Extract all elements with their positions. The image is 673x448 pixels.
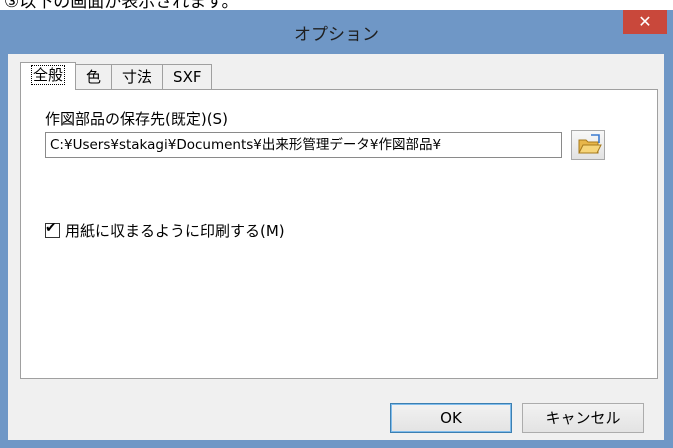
dialog-title: オプション — [294, 25, 379, 45]
browse-folder-button[interactable] — [571, 130, 605, 160]
save-folder-label: 作図部品の保存先(既定)(S) — [45, 110, 228, 128]
tab-dimension[interactable]: 寸法 — [111, 64, 164, 89]
general-tab-panel: 作図部品の保存先(既定)(S) C:¥Users¥stakagi¥Documen… — [20, 89, 658, 379]
options-dialog: オプション ✕ 全般 色 寸法 SXF 作図部品の保存先(既定)(S) C:¥U… — [0, 10, 673, 448]
checkmark-icon: ✔ — [45, 220, 57, 236]
tab-color[interactable]: 色 — [75, 64, 113, 89]
tab-sxf[interactable]: SXF — [162, 64, 213, 89]
fit-to-paper-label: 用紙に収まるように印刷する(M) — [65, 222, 285, 240]
ok-button[interactable]: OK — [390, 403, 512, 433]
tab-sxf-label: SXF — [173, 68, 202, 86]
fit-to-paper-checkbox[interactable]: ✔ — [45, 220, 60, 238]
cancel-button[interactable]: キャンセル — [522, 403, 644, 433]
tab-general[interactable]: 全般 — [20, 62, 77, 90]
tab-general-label: 全般 — [31, 65, 66, 85]
close-icon: ✕ — [638, 12, 652, 31]
folder-open-icon — [578, 134, 602, 154]
tab-strip: 全般 色 寸法 SXF — [20, 62, 213, 90]
tab-color-label: 色 — [86, 68, 102, 86]
fit-to-paper-option[interactable]: ✔ 用紙に収まるように印刷する(M) — [45, 220, 285, 241]
dialog-client-area: 全般 色 寸法 SXF 作図部品の保存先(既定)(S) C:¥Users¥sta… — [8, 54, 664, 440]
title-bar[interactable]: オプション ✕ — [0, 10, 673, 54]
close-button[interactable]: ✕ — [623, 10, 667, 34]
save-folder-path-input[interactable]: C:¥Users¥stakagi¥Documents¥出来形管理データ¥作図部品… — [45, 132, 562, 158]
tab-dimension-label: 寸法 — [122, 68, 153, 86]
